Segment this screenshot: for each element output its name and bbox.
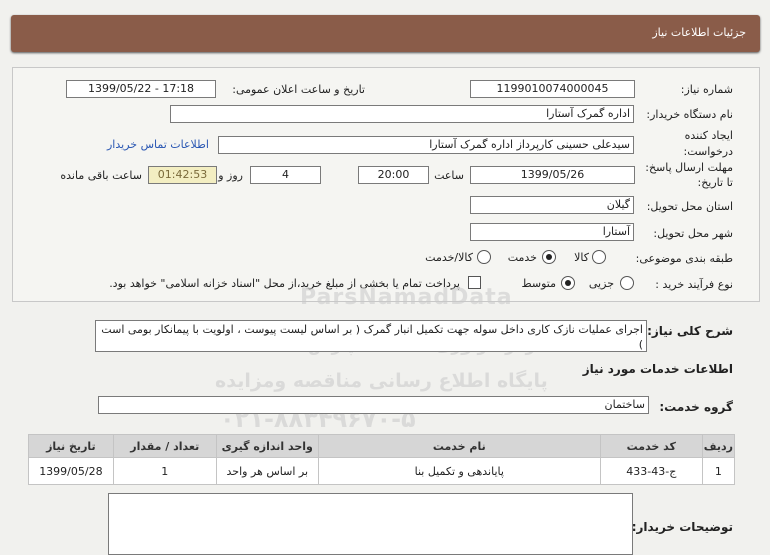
row-code: ج-43-433 [599,457,703,485]
province-label: استان محل تحویل: [646,200,733,213]
buyer-contact-link[interactable]: اطلاعات تماس خریدار [107,138,209,151]
category-option-service: خدمت [507,251,537,264]
days-label: روز و [218,169,243,182]
col-unit: واحد اندازه گیری [215,434,319,458]
announce-date-label: تاریخ و ساعت اعلان عمومی: [232,83,365,96]
city-field: آستارا [470,223,634,241]
col-name: نام خدمت [317,434,601,458]
need-number-field: 1199010074000045 [470,80,635,98]
deadline-time-field: 20:00 [358,166,429,184]
buyer-notes-label: توضیحات خریدار: [631,520,733,534]
services-table-header: ردیف کد خدمت نام خدمت واحد اندازه گیری ت… [28,434,736,458]
category-label: طبقه بندی موضوعی: [635,252,733,265]
category-option-goods-service: کالا/خدمت [425,251,473,264]
buyer-org-label: نام دستگاه خریدار: [646,108,733,121]
announce-date-field: 1399/05/22 - 17:18 [66,80,216,98]
creator-label-1: ایجاد کننده [684,129,733,142]
col-date: تاریخ نیاز [28,434,114,458]
process-option-medium: متوسط [521,277,556,290]
row-name: پایاندهی و تکمیل بنا [317,457,601,485]
remaining-label: ساعت باقی مانده [60,169,142,182]
process-radio-medium[interactable] [561,276,575,290]
province-field: گیلان [470,196,634,214]
buyer-org-field: اداره گمرک آستارا [170,105,634,123]
row-index: 1 [701,457,736,485]
category-radio-goods-service[interactable] [477,250,491,264]
process-label: نوع فرآیند خرید : [655,278,733,291]
row-unit: بر اساس هر واحد [215,457,319,485]
process-option-minor: جزیی [588,277,614,290]
col-index: ردیف [701,434,736,458]
deadline-label-2: تا تاریخ: [697,176,733,189]
summary-text: اجرای عملیات نازک کاری داخل سوله جهت تکم… [95,320,647,352]
services-section-title: اطلاعات خدمات مورد نیاز [582,362,733,376]
row-qty: 1 [112,457,217,485]
category-radio-service[interactable] [542,250,556,264]
days-field: 4 [250,166,321,184]
category-option-goods: کالا [574,251,589,264]
creator-label-2: درخواست: [683,145,733,158]
table-row: 1 ج-43-433 پایاندهی و تکمیل بنا بر اساس … [28,457,736,485]
service-group-label: گروه خدمت: [659,400,733,414]
remaining-time-field: 01:42:53 [148,166,217,184]
row-date: 1399/05/28 [28,457,114,485]
page-title: جزئیات اطلاعات نیاز [652,26,746,39]
page-header: جزئیات اطلاعات نیاز [11,15,760,52]
need-number-label: شماره نیاز: [680,83,733,96]
buyer-notes-field [108,493,633,555]
watermark-brand: ParsNamadData [300,285,513,310]
need-info-panel [12,67,760,302]
service-group-field: ساختمان [98,396,649,414]
services-table: ردیف کد خدمت نام خدمت واحد اندازه گیری ت… [28,434,736,485]
deadline-time-label: ساعت [434,169,464,182]
category-radio-goods[interactable] [592,250,606,264]
process-radio-minor[interactable] [620,276,634,290]
summary-label: شرح کلی نیاز: [647,324,733,338]
col-qty: تعداد / مقدار [112,434,217,458]
watermark-line-2: پایگاه اطلاع رسانی مناقصه ومزایده [215,370,548,392]
creator-field: سیدعلی حسینی کارپرداز اداره گمرک آستارا [218,136,634,154]
deadline-date-field: 1399/05/26 [470,166,635,184]
deadline-label-1: مهلت ارسال پاسخ: [645,161,733,174]
col-code: کد خدمت [599,434,703,458]
city-label: شهر محل تحویل: [653,227,733,240]
